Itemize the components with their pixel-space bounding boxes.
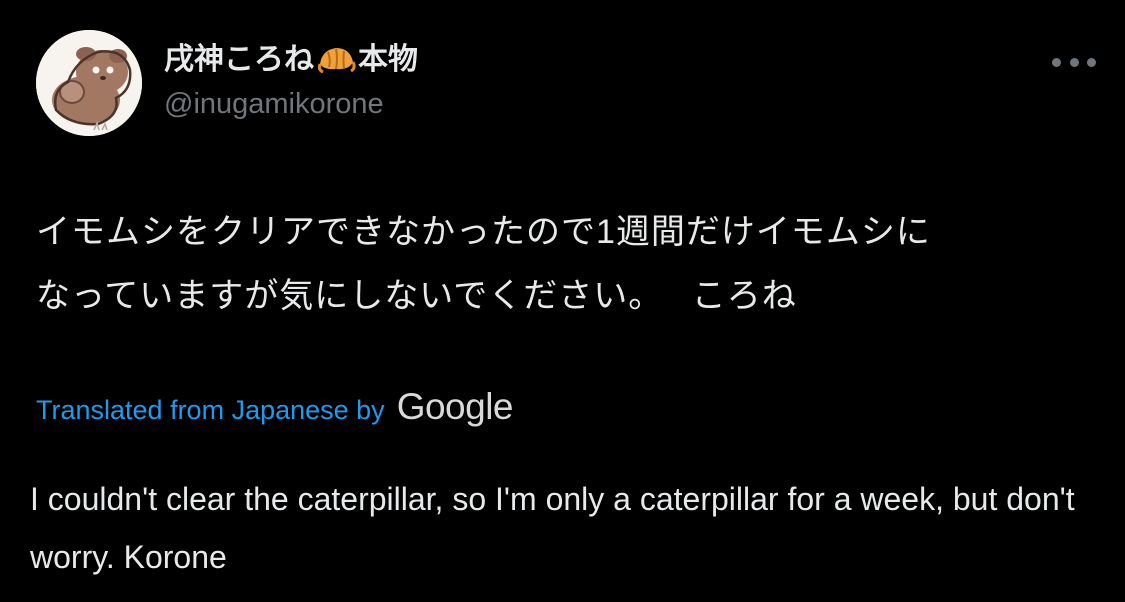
translation-attribution: Translated from Japanese by Google <box>36 386 514 428</box>
more-horizontal-icon[interactable] <box>1052 52 1096 72</box>
display-name-suffix: 本物 <box>358 43 418 76</box>
display-name-text: 戌神ころね <box>164 43 314 76</box>
google-logo: Google <box>396 386 514 427</box>
avatar[interactable] <box>36 30 142 136</box>
tweet: 戌神ころね 本物 @inugamikorone イモムシをクリアできなかったので… <box>0 0 1125 602</box>
author-handle[interactable]: @inugamikorone <box>164 84 418 124</box>
croissant-icon <box>316 42 356 78</box>
more-dot <box>1087 57 1096 67</box>
tweet-text: イモムシをクリアできなかったので1週間だけイモムシに なっていますが気にしないで… <box>36 213 931 315</box>
display-name[interactable]: 戌神ころね 本物 <box>164 40 418 80</box>
author-names: 戌神ころね 本物 @inugamikorone <box>164 40 418 124</box>
more-dot <box>1069 57 1079 67</box>
translated-text: I couldn't clear the caterpillar, so I'm… <box>30 481 1075 575</box>
translated-from-link[interactable]: Translated from Japanese by <box>36 395 385 426</box>
more-dot <box>1052 57 1061 67</box>
tweet-header: 戌神ころね 本物 @inugamikorone <box>36 30 1096 138</box>
dog-mascot-avatar-icon <box>36 30 142 136</box>
